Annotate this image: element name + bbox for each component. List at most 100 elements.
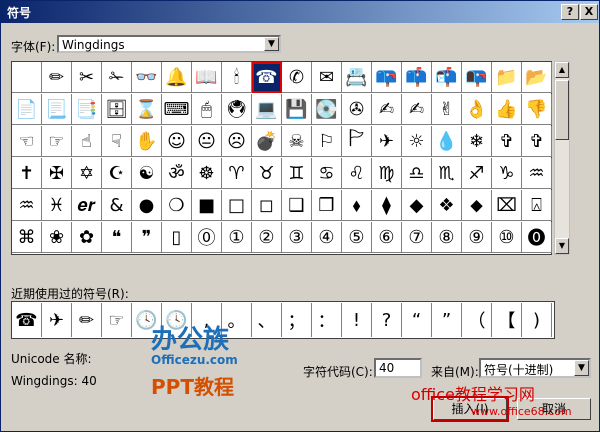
symbol-cell[interactable]: ♋ — [312, 158, 342, 189]
symbol-cell[interactable]: ⓿ — [522, 222, 552, 253]
symbol-cell[interactable]: ✝ — [12, 158, 42, 189]
recent-symbol-cell[interactable]: 【 — [492, 303, 522, 337]
chevron-down-icon[interactable]: ▼ — [574, 360, 589, 376]
symbol-cell[interactable]: ⌛ — [132, 94, 162, 125]
symbol-cell[interactable]: ♌ — [342, 158, 372, 189]
symbol-cell[interactable]: 🏱 — [342, 126, 372, 157]
symbol-cell[interactable]: ⑨ — [462, 222, 492, 253]
scroll-down-icon[interactable]: ▼ — [555, 238, 569, 254]
symbol-cell[interactable]: ☞ — [42, 126, 72, 157]
close-button[interactable]: X — [580, 4, 598, 20]
symbol-cell[interactable]: ☟ — [102, 126, 132, 157]
symbol-cell[interactable]: 😐 — [192, 126, 222, 157]
symbol-cell[interactable]: 👎 — [522, 94, 552, 125]
symbol-cell[interactable]: ✞ — [522, 126, 552, 157]
symbol-cell[interactable]: 📫 — [402, 62, 432, 93]
symbol-cell[interactable]: 🖱 — [192, 94, 222, 125]
symbol-cell[interactable]: 📃 — [42, 94, 72, 125]
symbol-cell[interactable]: ⬧ — [342, 190, 372, 221]
symbol-cell[interactable]: ❍ — [162, 190, 192, 221]
symbol-cell[interactable]: ✂ — [72, 62, 102, 93]
symbol-cell[interactable]: ☝ — [72, 126, 102, 157]
symbol-cell[interactable]: ◻ — [252, 190, 282, 221]
symbol-cell[interactable]: ♉ — [252, 158, 282, 189]
symbol-cell[interactable]: ♐ — [462, 158, 492, 189]
recent-symbol-cell[interactable]: ； — [282, 303, 312, 337]
symbol-cell[interactable]: ☜ — [12, 126, 42, 157]
recent-symbol-cell[interactable]: （ — [462, 303, 492, 337]
symbol-cell[interactable]: ♏ — [432, 158, 462, 189]
symbol-cell[interactable]: ❖ — [432, 190, 462, 221]
symbol-cell[interactable]: ☪ — [102, 158, 132, 189]
symbol-cell[interactable]: ♒ — [12, 190, 42, 221]
symbol-cell[interactable]: ☺ — [162, 126, 192, 157]
symbol-cell[interactable]: ☠ — [282, 126, 312, 157]
symbol-cell[interactable]: ⧫ — [372, 190, 402, 221]
symbol-cell[interactable]: 📭 — [462, 62, 492, 93]
symbol-cell[interactable]: ✞ — [492, 126, 522, 157]
symbol-cell[interactable]: 💣 — [252, 126, 282, 157]
symbol-cell[interactable]: ♊ — [282, 158, 312, 189]
symbol-cell[interactable]: 📂 — [522, 62, 552, 93]
symbol-cell[interactable]: ☼ — [402, 126, 432, 157]
symbol-cell[interactable]: ⌧ — [492, 190, 522, 221]
symbol-cell[interactable]: ☹ — [222, 126, 252, 157]
symbol-cell[interactable]: ✍ — [372, 94, 402, 125]
char-code-input[interactable]: 40 — [374, 358, 422, 378]
symbol-cell[interactable]: 🖲 — [222, 94, 252, 125]
symbol-cell[interactable]: 👌 — [462, 94, 492, 125]
symbol-cell[interactable]: ✌ — [432, 94, 462, 125]
recent-symbol-cell[interactable]: “ — [402, 303, 432, 337]
symbol-cell[interactable]: ● — [132, 190, 162, 221]
symbol-cell[interactable]: ❑ — [282, 190, 312, 221]
symbol-cell[interactable]: 📁 — [492, 62, 522, 93]
symbol-cell[interactable]: ✿ — [72, 222, 102, 253]
symbol-cell[interactable]: 🔔 — [162, 62, 192, 93]
help-button[interactable]: ? — [561, 4, 579, 20]
symbol-cell[interactable]: ✈ — [372, 126, 402, 157]
symbol-cell[interactable]: 🗄 — [102, 94, 132, 125]
recent-symbol-cell[interactable]: ” — [432, 303, 462, 337]
symbol-cell[interactable]: ③ — [282, 222, 312, 253]
from-select[interactable]: 符号(十进制) ▼ — [479, 358, 591, 378]
symbol-cell[interactable]: ▯ — [162, 222, 192, 253]
symbol-cell[interactable]: ④ — [312, 222, 342, 253]
symbol-cell[interactable]: ♍ — [372, 158, 402, 189]
symbol-cell[interactable]: ❞ — [132, 222, 162, 253]
symbol-cell[interactable]: 💽 — [312, 94, 342, 125]
symbol-cell[interactable]: ☯ — [132, 158, 162, 189]
symbol-cell[interactable]: 📪 — [372, 62, 402, 93]
symbol-cell[interactable]: ⑧ — [432, 222, 462, 253]
symbol-cell[interactable]: 💧 — [432, 126, 462, 157]
symbol-cell[interactable]: ♈ — [222, 158, 252, 189]
symbol-cell[interactable]: ✇ — [342, 94, 372, 125]
symbol-cell[interactable]: 👓 — [132, 62, 162, 93]
recent-symbol-cell[interactable]: ✈ — [42, 303, 72, 337]
symbol-cell[interactable]: ❀ — [42, 222, 72, 253]
symbol-cell[interactable]: 📄 — [12, 94, 42, 125]
symbol-cell[interactable]: ♎ — [402, 158, 432, 189]
symbol-cell[interactable]: ⌘ — [12, 222, 42, 253]
symbol-cell[interactable]: ⑤ — [342, 222, 372, 253]
symbol-cell[interactable]: ✏ — [42, 62, 72, 93]
symbol-cell[interactable]: & — [102, 190, 132, 221]
symbol-cell[interactable]: ⚐ — [312, 126, 342, 157]
recent-symbol-cell[interactable]: ☎ — [12, 303, 42, 337]
symbol-cell[interactable]: ⑥ — [372, 222, 402, 253]
symbol-cell[interactable]: 👍 — [492, 94, 522, 125]
symbol-cell[interactable]: ⑩ — [492, 222, 522, 253]
symbol-cell[interactable]: ☸ — [192, 158, 222, 189]
scroll-thumb[interactable] — [555, 80, 569, 140]
symbol-cell[interactable]: ☎ — [252, 62, 282, 93]
symbol-cell[interactable]: ♒ — [522, 158, 552, 189]
symbol-cell[interactable]: ✍ — [402, 94, 432, 125]
symbol-cell[interactable]: ⑦ — [402, 222, 432, 253]
symbol-cell[interactable]: ✁ — [102, 62, 132, 93]
symbol-cell[interactable]: ⬥ — [462, 190, 492, 221]
symbol-cell[interactable]: 📬 — [432, 62, 462, 93]
symbol-cell[interactable]: 💻 — [252, 94, 282, 125]
symbol-cell[interactable]: ♓ — [42, 190, 72, 221]
symbol-cell[interactable]: 🕯 — [222, 62, 252, 93]
scroll-up-icon[interactable]: ▲ — [555, 62, 569, 78]
symbol-cell[interactable]: 💾 — [282, 94, 312, 125]
